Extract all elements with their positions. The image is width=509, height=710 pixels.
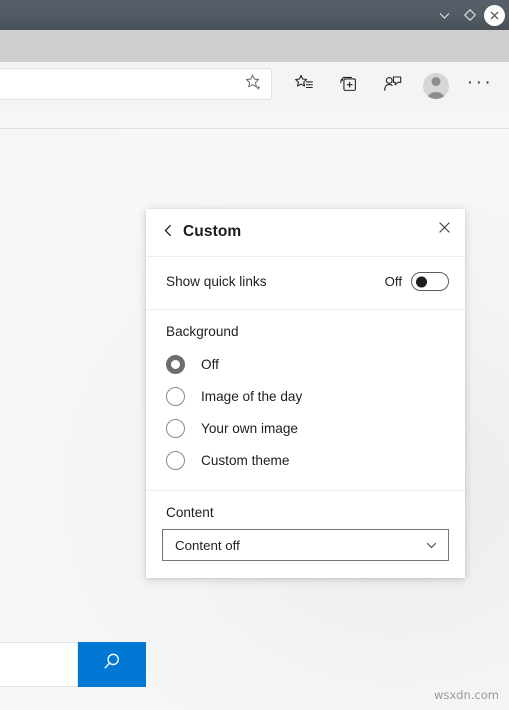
- collections-icon: [338, 73, 359, 99]
- background-option-off[interactable]: Off: [146, 348, 465, 380]
- search-magnifier-icon: [100, 650, 124, 679]
- diamond-icon: [463, 8, 477, 22]
- radio-indicator: [166, 450, 185, 470]
- panel-close-button[interactable]: [431, 217, 457, 243]
- show-quick-links-label: Show quick links: [166, 274, 267, 289]
- profile-button[interactable]: [414, 62, 458, 110]
- toolbar-actions: ···: [282, 62, 502, 110]
- background-option-label: Your own image: [201, 420, 298, 436]
- add-favorite-button[interactable]: [241, 73, 265, 97]
- add-favorite-star-icon: [244, 73, 263, 97]
- close-icon: [489, 10, 500, 21]
- radio-indicator: [166, 354, 185, 374]
- panel-header: Custom: [146, 209, 465, 257]
- chevron-down-icon: [438, 9, 451, 22]
- custom-settings-panel: Custom Show quick links Off Background O…: [146, 209, 465, 578]
- background-option-your-own-image[interactable]: Your own image: [146, 412, 465, 444]
- show-quick-links-toggle[interactable]: [411, 272, 449, 291]
- avatar-icon: [423, 73, 449, 99]
- radio-indicator: [166, 418, 185, 438]
- chevron-down-icon: [424, 538, 439, 553]
- background-option-label: Custom theme: [201, 452, 290, 468]
- ellipsis-icon: ···: [466, 72, 494, 93]
- close-icon: [438, 221, 451, 239]
- watermark: wsxdn.com: [433, 688, 499, 702]
- background-option-label: Image of the day: [201, 388, 303, 404]
- panel-back-button[interactable]: [155, 220, 181, 246]
- browser-window: ··· wsxdn.com Custom Show quick links Of…: [0, 0, 509, 710]
- content-section-title: Content: [166, 505, 214, 520]
- close-button-circle: [483, 4, 505, 26]
- minimize-to-tray-button[interactable]: [431, 0, 457, 30]
- show-quick-links-row: Show quick links Off: [146, 257, 465, 310]
- browser-essentials-button[interactable]: [370, 62, 414, 110]
- address-bar[interactable]: [0, 68, 272, 100]
- chevron-left-icon: [161, 223, 176, 243]
- search-input[interactable]: [0, 642, 78, 687]
- toggle-knob: [416, 276, 427, 287]
- settings-and-more-button[interactable]: ···: [458, 62, 502, 110]
- show-quick-links-control: Off: [385, 272, 449, 291]
- favorites-button[interactable]: [282, 62, 326, 110]
- browser-toolbar: ···: [0, 62, 509, 110]
- show-quick-links-state: Off: [384, 274, 402, 289]
- close-button[interactable]: [483, 0, 509, 30]
- person-chat-icon: [382, 73, 403, 99]
- content-select[interactable]: Content off: [162, 529, 449, 561]
- background-option-custom-theme[interactable]: Custom theme: [146, 444, 465, 476]
- content-select-value: Content off: [175, 537, 240, 553]
- collections-button[interactable]: [326, 62, 370, 110]
- favorites-star-list-icon: [294, 73, 315, 99]
- radio-indicator: [166, 386, 185, 406]
- content-section: Content Content off: [146, 491, 465, 561]
- background-section-title: Background: [166, 324, 239, 339]
- tab-strip: [0, 30, 509, 62]
- search-submit-button[interactable]: [78, 642, 146, 687]
- background-option-label: Off: [201, 356, 219, 372]
- background-section: Background Off Image of the day Your own…: [146, 310, 465, 491]
- window-controls: [431, 0, 509, 30]
- title-bar: [0, 0, 509, 30]
- restore-button[interactable]: [457, 0, 483, 30]
- background-option-image-of-the-day[interactable]: Image of the day: [146, 380, 465, 412]
- panel-title: Custom: [183, 223, 242, 240]
